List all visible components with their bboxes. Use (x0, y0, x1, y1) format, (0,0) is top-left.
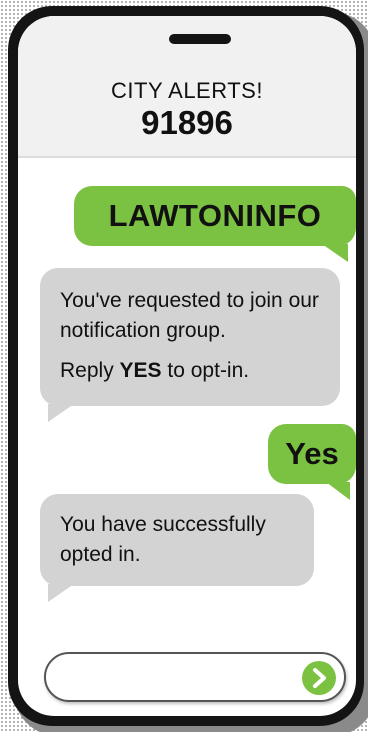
sent-message-bubble: LAWTONINFO (74, 186, 356, 262)
send-button[interactable] (302, 661, 336, 695)
bubble-tail (48, 584, 74, 602)
contact-name: CITY ALERTS! (111, 78, 263, 103)
sent-message-text: Yes (285, 436, 339, 471)
received-message-text: You have successfully opted in. (60, 513, 266, 566)
received-message-bubble: You've requested to join our notificatio… (40, 268, 340, 422)
sent-message-text: LAWTONINFO (108, 198, 322, 233)
sent-message-bubble: Yes (268, 424, 356, 500)
phone-speaker (169, 34, 231, 44)
contact-number: 91896 (141, 104, 233, 141)
phone-frame: CITY ALERTS! 91896 LAWTONINFO You've req… (8, 6, 364, 726)
instruction-suffix: to opt-in. (161, 359, 250, 382)
bubble-tail (322, 244, 348, 262)
message-input[interactable] (44, 652, 346, 702)
phone-screen: CITY ALERTS! 91896 LAWTONINFO You've req… (18, 16, 356, 716)
bubble-tail (326, 482, 350, 500)
instruction-keyword: YES (119, 359, 162, 382)
bubble-tail (48, 404, 74, 422)
received-message-text: You've requested to join our notificatio… (60, 289, 319, 342)
received-message-bubble: You have successfully opted in. (40, 494, 314, 602)
conversation-header: CITY ALERTS! 91896 (18, 16, 356, 158)
instruction-prefix: Reply (60, 359, 120, 382)
chevron-right-icon (313, 668, 326, 688)
received-message-instruction: Reply YES to opt-in. (60, 356, 330, 386)
